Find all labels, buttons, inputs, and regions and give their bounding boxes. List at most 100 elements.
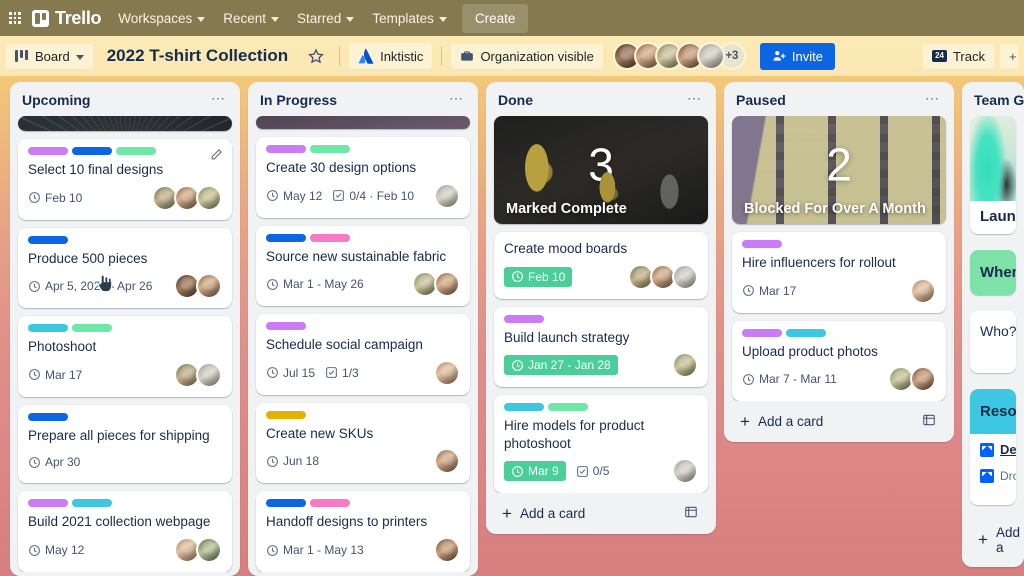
card-cover-marked-complete[interactable]: 3 Marked Complete (494, 116, 708, 224)
checklist-badge[interactable]: 0/5 (576, 462, 609, 480)
visibility-chip[interactable]: Organization visible (451, 43, 603, 69)
workspace-chip[interactable]: Inktistic (349, 43, 433, 69)
card-hire-models-for-product-photoshoot[interactable]: Hire models for product photoshoot Mar 9… (494, 395, 708, 494)
due-date-badge[interactable]: May 12 (28, 541, 84, 559)
avatar[interactable] (196, 184, 222, 211)
list-actions-menu[interactable]: ⋯ (209, 91, 228, 108)
grid-apps-icon[interactable] (4, 7, 26, 29)
card-create-new-skus[interactable]: Create new SKUs Jun 18 (256, 402, 470, 484)
card-produce-500-pieces[interactable]: Produce 500 pieces Apr 5, 2021 - Apr 26 (18, 227, 232, 309)
label-purple[interactable] (504, 314, 544, 323)
label-green[interactable] (72, 324, 112, 333)
avatar[interactable] (434, 537, 460, 563)
label-purple[interactable] (742, 240, 782, 248)
avatar[interactable] (434, 182, 460, 209)
label-purple[interactable] (266, 322, 306, 331)
edit-card-pencil-icon[interactable] (210, 148, 223, 166)
due-date-badge[interactable]: May 12 (266, 187, 322, 205)
card-when[interactable]: When? J (970, 250, 1016, 295)
checklist-badge[interactable]: 1/3 (325, 364, 359, 382)
checklist-badge[interactable]: 0/4 · Feb 10 (332, 187, 414, 205)
avatar[interactable] (196, 273, 222, 300)
card-build-2021-collection-webpage[interactable]: Build 2021 collection webpage May 12 (18, 491, 232, 572)
list-title[interactable]: In Progress (260, 92, 337, 108)
add-card-button[interactable]: + Add a card (732, 405, 946, 438)
card-template-icon[interactable] (922, 413, 936, 430)
due-date-badge-complete[interactable]: Jan 27 - Jan 28 (504, 355, 618, 376)
board-members-avatars[interactable]: +3 (612, 42, 746, 70)
list-title[interactable]: Upcoming (22, 92, 90, 108)
list-title[interactable]: Done (498, 92, 533, 108)
board-title[interactable]: 2022 T-shirt Collection (99, 46, 296, 66)
board-view-switcher[interactable]: Board (6, 43, 93, 69)
label-purple[interactable] (28, 499, 68, 508)
label-blue[interactable] (266, 499, 306, 508)
label-purple[interactable] (742, 328, 782, 337)
due-date-badge[interactable]: Mar 1 - May 13 (266, 541, 364, 559)
due-date-badge[interactable]: Mar 17 (28, 366, 82, 384)
label-blue[interactable] (72, 147, 112, 156)
card-cover-due-this-month[interactable]: 1 Due This Month (18, 116, 232, 132)
due-date-badge[interactable]: Jul 15 (266, 364, 315, 382)
label-yellow[interactable] (266, 410, 306, 419)
card-source-new-sustainable-fabric[interactable]: Source new sustainable fabric Mar 1 - Ma… (256, 225, 470, 307)
invite-button[interactable]: Invite (759, 42, 835, 70)
attachment-primary[interactable]: Desig (980, 442, 1016, 457)
card-resources[interactable]: Resourc Desig Dropbo (970, 389, 1016, 505)
label-cyan[interactable] (28, 324, 68, 333)
label-green[interactable] (116, 147, 156, 156)
card-create-mood-boards[interactable]: Create mood boards Feb 10 (494, 232, 708, 299)
avatar[interactable] (910, 366, 936, 393)
label-cyan[interactable] (504, 403, 544, 412)
avatar[interactable] (672, 352, 698, 379)
card-handoff-designs-to-printers[interactable]: Handoff designs to printers Mar 1 - May … (256, 491, 470, 572)
label-cyan[interactable] (786, 328, 826, 337)
card-create-30-design-options[interactable]: Create 30 design options May 12 0/4 · Fe… (256, 137, 470, 218)
attachment-secondary[interactable]: Dropbo (980, 469, 1016, 483)
label-pink[interactable] (310, 499, 350, 508)
track-button[interactable]: 24 Track (923, 43, 994, 69)
nav-item-workspaces[interactable]: Workspaces (109, 5, 214, 32)
label-purple[interactable] (266, 145, 306, 154)
card-schedule-social-campaign[interactable]: Schedule social campaign Jul 15 1/3 (256, 314, 470, 395)
card-upload-product-photos[interactable]: Upload product photos Mar 7 - Mar 11 (732, 320, 946, 402)
list-actions-menu[interactable]: ⋯ (447, 91, 466, 108)
board-overflow-button[interactable]: + (1000, 43, 1018, 69)
card-cover-in-progress[interactable]: 5 In Progress (256, 116, 470, 130)
label-green[interactable] (548, 403, 588, 412)
due-date-badge-complete[interactable]: Mar 9 (504, 461, 566, 482)
label-green[interactable] (310, 145, 350, 154)
label-purple[interactable] (28, 147, 68, 156)
card-prepare-all-pieces-for-shipping[interactable]: Prepare all pieces for shipping Apr 30 (18, 404, 232, 484)
label-blue[interactable] (266, 233, 306, 242)
avatar[interactable] (910, 277, 936, 304)
list-title[interactable]: Paused (736, 92, 786, 108)
card-template-icon[interactable] (684, 505, 698, 522)
avatar[interactable] (672, 263, 698, 290)
trello-home-link[interactable]: Trello (28, 4, 109, 33)
card-hire-influencers-for-rollout[interactable]: Hire influencers for rollout Mar 17 (732, 232, 946, 313)
card-cover-blocked-for-over-a-month[interactable]: 2 Blocked For Over A Month (732, 116, 946, 224)
nav-item-templates[interactable]: Templates (363, 5, 456, 32)
card-photoshoot[interactable]: Photoshoot Mar 17 (18, 316, 232, 397)
due-date-badge[interactable]: Mar 7 - Mar 11 (742, 370, 837, 388)
list-title[interactable]: Team Go (974, 92, 1024, 108)
due-date-badge[interactable]: Jun 18 (266, 452, 319, 470)
avatar[interactable] (672, 458, 698, 485)
add-card-button[interactable]: + Add a (970, 517, 1020, 563)
label-pink[interactable] (310, 233, 350, 242)
due-date-badge[interactable]: Apr 5, 2021 - Apr 26 (28, 277, 152, 295)
add-card-button[interactable]: + Add a card (494, 497, 708, 530)
avatar[interactable] (196, 361, 222, 388)
due-date-badge[interactable]: Apr 30 (28, 453, 80, 471)
label-blue[interactable] (28, 412, 68, 421)
avatar[interactable] (434, 448, 460, 475)
nav-item-recent[interactable]: Recent (214, 5, 288, 32)
nav-item-starred[interactable]: Starred (288, 5, 363, 32)
label-cyan[interactable] (72, 499, 112, 508)
card-who[interactable]: Who? (970, 311, 1016, 373)
attachment-link-label[interactable]: Desig (1000, 442, 1016, 457)
list-actions-menu[interactable]: ⋯ (923, 91, 942, 108)
card-select-10-final-designs[interactable]: Select 10 final designs Feb 10 (18, 139, 232, 220)
star-board-button[interactable] (302, 42, 330, 70)
